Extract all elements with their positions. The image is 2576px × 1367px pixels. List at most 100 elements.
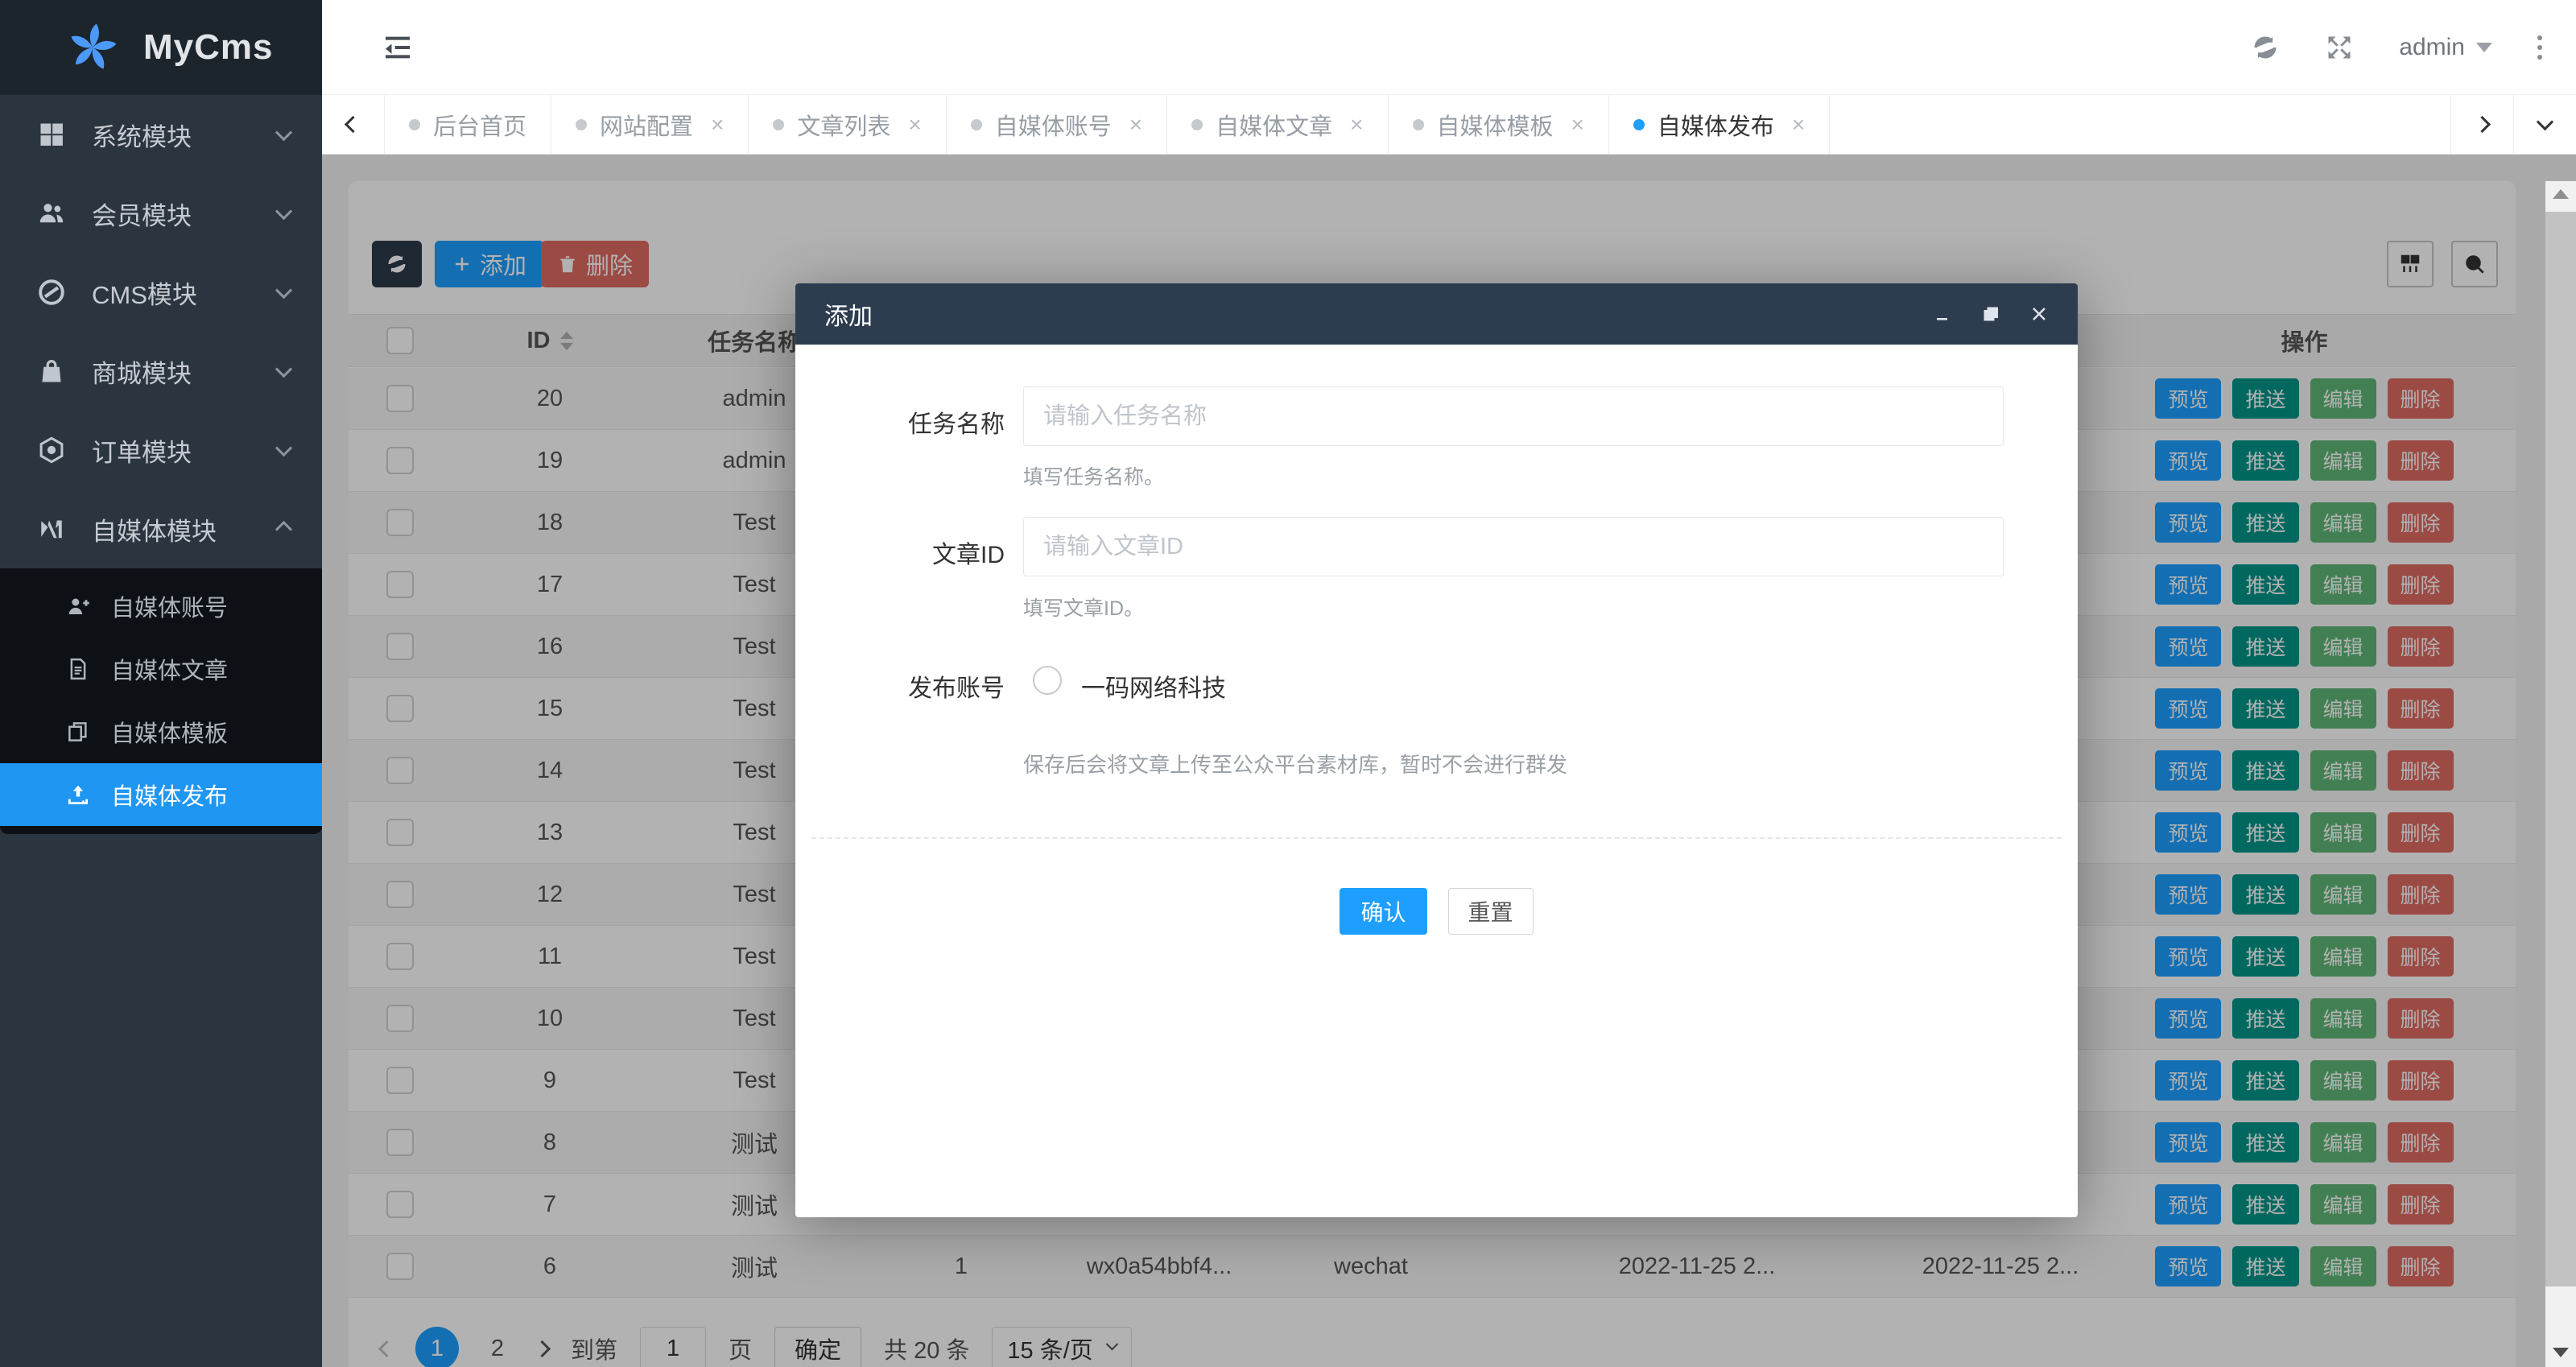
close-icon[interactable]: ×	[1350, 112, 1363, 138]
tab-tools	[2450, 95, 2576, 154]
sidebar-item-label: 商城模块	[92, 353, 192, 390]
tab-6[interactable]: 自媒体模板 ×	[1389, 95, 1609, 154]
chevron-down-icon	[2537, 114, 2553, 130]
sidebar-subitem-copy[interactable]: 自媒体模板	[0, 700, 322, 763]
tab-label: 自媒体文章	[1216, 108, 1332, 142]
logo: MyCms	[0, 0, 322, 95]
tab-3[interactable]: 文章列表 ×	[749, 95, 946, 154]
sidebar-subitem-label: 自媒体文章	[111, 652, 228, 686]
account-radio[interactable]	[1033, 666, 1062, 695]
refresh-icon[interactable]	[2251, 33, 2280, 62]
sidebar-subitem-label: 自媒体模板	[111, 715, 228, 749]
tab-7[interactable]: 自媒体发布 ×	[1609, 95, 1830, 154]
user-menu[interactable]: admin	[2399, 34, 2492, 61]
publish-account-label: 发布账号	[828, 668, 1005, 704]
username: admin	[2399, 34, 2465, 61]
mall-icon	[37, 357, 66, 386]
account-radio-label: 一码网络科技	[1081, 668, 1226, 704]
sidebar-item-label: 订单模块	[92, 432, 192, 469]
sidebar-subitem-user-plus[interactable]: 自媒体账号	[0, 575, 322, 638]
tabs-menu-button[interactable]	[2513, 95, 2576, 154]
confirm-button[interactable]: 确认	[1340, 888, 1426, 935]
close-icon[interactable]: ×	[711, 112, 724, 138]
chevron-down-icon	[275, 440, 292, 456]
sidebar-toggle-icon[interactable]	[382, 31, 414, 64]
app-root: MyCms 系统模块会员模块CMS模块商城模块订单模块自媒体模块 自媒体账号自媒…	[0, 0, 2576, 1367]
sidebar-item-users[interactable]: 会员模块	[0, 174, 322, 253]
media-icon	[37, 514, 66, 543]
cms-icon	[37, 278, 66, 307]
sidebar-subitem-file[interactable]: 自媒体文章	[0, 638, 322, 700]
close-icon[interactable]: ×	[1571, 112, 1584, 138]
tab-label: 自媒体发布	[1657, 108, 1774, 142]
fullscreen-icon[interactable]	[2325, 33, 2354, 62]
tab-4[interactable]: 自媒体账号 ×	[947, 95, 1167, 154]
more-menu-icon[interactable]	[2537, 35, 2542, 60]
tabs: 后台首页 网站配置 × 文章列表 × 自媒体账号 × 自媒体文章 × 自媒体模板 × 自媒体发布 ×	[385, 95, 2450, 154]
chevron-down-icon	[275, 203, 292, 220]
chevron-up-icon	[275, 520, 292, 537]
sidebar-item-cms[interactable]: CMS模块	[0, 253, 322, 332]
tab-label: 后台首页	[433, 108, 526, 142]
close-icon[interactable]	[2029, 304, 2049, 324]
chevron-right-icon	[2474, 116, 2491, 133]
article-id-label: 文章ID	[828, 535, 1005, 570]
sidebar-item-modules[interactable]: 系统模块	[0, 95, 322, 174]
chevron-down-icon	[275, 124, 292, 141]
reset-button[interactable]: 重置	[1448, 888, 1534, 935]
dialog-footer: 确认 重置	[795, 888, 2078, 935]
dialog-header[interactable]: 添加	[795, 283, 2078, 345]
sidebar-item-order[interactable]: 订单模块	[0, 411, 322, 489]
tab-label: 文章列表	[797, 108, 890, 142]
close-icon[interactable]: ×	[908, 112, 921, 138]
publish-account-help: 保存后会将文章上传至公众平台素材库，暂时不会进行群发	[1023, 749, 1567, 778]
topbar: admin	[322, 0, 2576, 95]
tab-label: 自媒体模板	[1437, 108, 1554, 142]
app-title: MyCms	[143, 27, 274, 68]
tab-1[interactable]: 后台首页	[385, 95, 551, 154]
chevron-left-icon	[345, 116, 361, 133]
add-dialog: 添加 任务名称 填写任务名称。 文章ID 填写文章ID。 发布账号 一码网络科技…	[795, 283, 2078, 1217]
tabs-scroll-left-button[interactable]	[322, 95, 385, 154]
tab-5[interactable]: 自媒体文章 ×	[1167, 95, 1388, 154]
upload-icon	[66, 783, 90, 807]
order-icon	[37, 436, 66, 465]
users-icon	[37, 199, 66, 228]
close-icon[interactable]: ×	[1792, 112, 1805, 138]
tab-2[interactable]: 网站配置 ×	[551, 95, 749, 154]
sidebar: MyCms 系统模块会员模块CMS模块商城模块订单模块自媒体模块 自媒体账号自媒…	[0, 0, 322, 1367]
scrollbar-thumb[interactable]	[2545, 212, 2576, 1286]
task-name-help: 填写任务名称。	[1023, 461, 1164, 490]
maximize-icon[interactable]	[1981, 304, 2000, 324]
task-name-label: 任务名称	[828, 404, 1005, 440]
sidebar-item-label: 系统模块	[92, 117, 192, 153]
file-icon	[66, 657, 90, 681]
tab-dot	[1633, 119, 1645, 130]
tab-dot	[1191, 119, 1203, 130]
sidebar-subitem-label: 自媒体发布	[111, 778, 228, 812]
sidebar-nav: 系统模块会员模块 CMS模块商城模块订单模块自媒体模块	[0, 95, 322, 568]
close-icon[interactable]: ×	[1129, 112, 1142, 138]
article-id-help: 填写文章ID。	[1023, 593, 1144, 622]
sidebar-item-mall[interactable]: 商城模块	[0, 332, 322, 411]
sidebar-item-label: CMS模块	[92, 275, 197, 311]
scroll-down-arrow[interactable]	[2553, 1348, 2569, 1357]
minimize-icon[interactable]	[1933, 304, 1952, 324]
sidebar-subitem-upload[interactable]: 自媒体发布	[0, 763, 322, 826]
tab-dot	[773, 119, 784, 130]
page-scrollbar[interactable]	[2545, 181, 2576, 1367]
sidebar-submenu: 自媒体账号自媒体文章自媒体模板自媒体发布	[0, 568, 322, 834]
tab-label: 网站配置	[600, 108, 693, 142]
dialog-body: 任务名称 填写任务名称。 文章ID 填写文章ID。 发布账号 一码网络科技 保存…	[795, 345, 2078, 1217]
tabs-scroll-right-button[interactable]	[2450, 95, 2513, 154]
scroll-up-arrow[interactable]	[2553, 189, 2569, 199]
task-name-input[interactable]	[1023, 386, 2004, 446]
sidebar-item-media[interactable]: 自媒体模块	[0, 489, 322, 568]
tab-label: 自媒体账号	[995, 108, 1112, 142]
tab-bar: 后台首页 网站配置 × 文章列表 × 自媒体账号 × 自媒体文章 × 自媒体模板 × 自媒体发布 ×	[322, 95, 2576, 155]
tab-dot	[1413, 119, 1424, 130]
caret-down-icon	[2476, 43, 2492, 52]
user-plus-icon	[66, 594, 90, 618]
article-id-input[interactable]	[1023, 517, 2004, 576]
chevron-down-icon	[275, 282, 292, 299]
